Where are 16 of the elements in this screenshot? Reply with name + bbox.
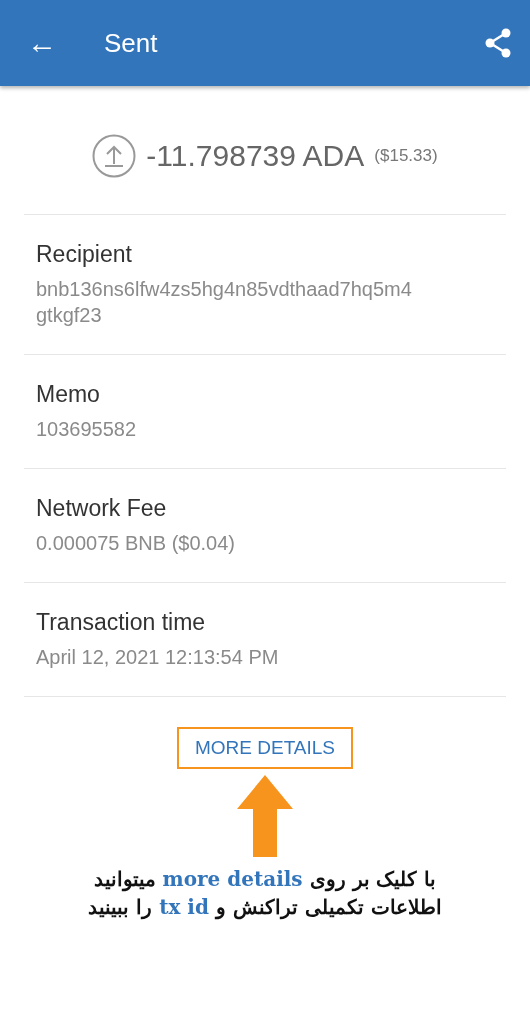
detail-value: 103695582 [36, 417, 138, 442]
detail-label: Recipient [36, 241, 133, 268]
detail-value: 0.000075 BNB ($0.04) [36, 531, 237, 556]
detail-label: Transaction time [36, 609, 207, 636]
arrow-up-icon [237, 775, 293, 857]
detail-label: Network Fee [36, 495, 168, 522]
screen-title: Sent [104, 27, 159, 59]
detail-label: Memo [36, 381, 101, 408]
more-details-button[interactable]: MORE DETAILS [176, 727, 354, 769]
share-icon[interactable] [484, 28, 512, 58]
fiat-value: ($15.33) [374, 146, 438, 166]
back-button[interactable]: ← [24, 26, 60, 60]
amount-value: -11.798739 ADA [146, 139, 365, 173]
detail-value: bnb136ns6lfw4zs5hg4n85vdthaad7hq5m4gtkgf23 [36, 277, 413, 328]
detail-value: April 12, 2021 12:13:54 PM [36, 645, 280, 670]
upload-icon [92, 134, 137, 178]
